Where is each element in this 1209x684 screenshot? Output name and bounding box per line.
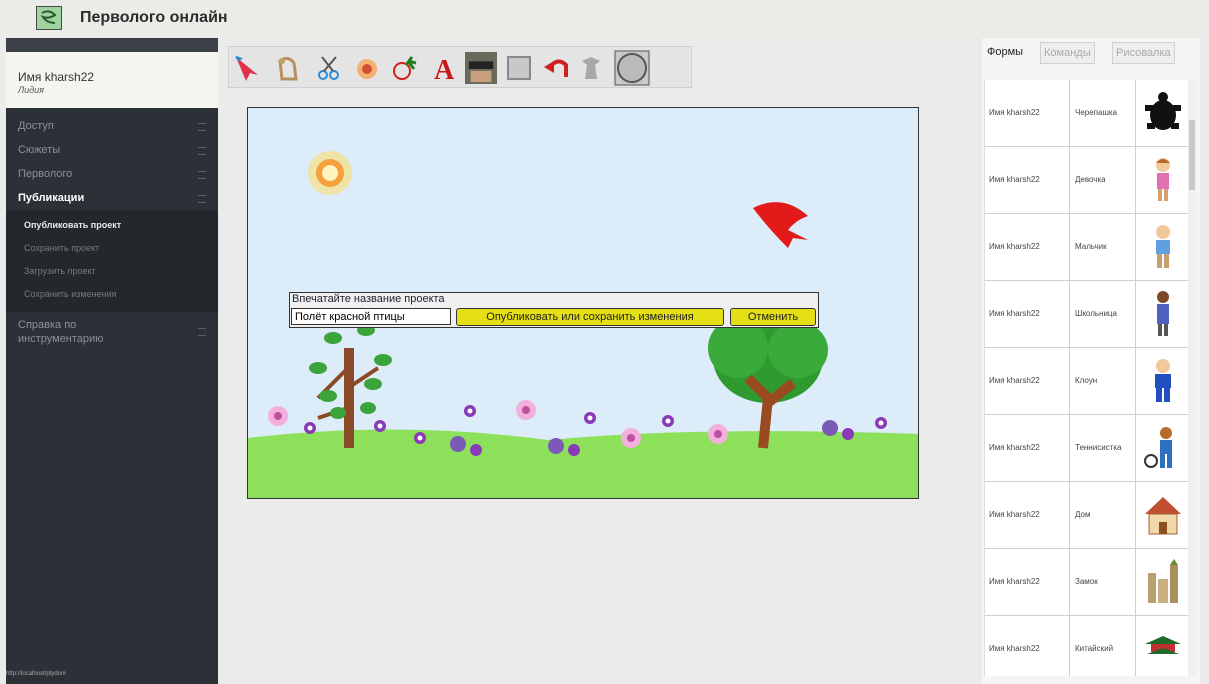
shape-owner: Имя kharsh22 bbox=[989, 281, 1070, 347]
select-arrow-icon[interactable] bbox=[231, 51, 263, 85]
shape-owner: Имя kharsh22 bbox=[989, 482, 1070, 548]
shape-name: Теннисистка bbox=[1075, 415, 1136, 481]
sidebar-top-strip bbox=[6, 38, 218, 52]
expand-icon bbox=[198, 123, 206, 131]
sidebar-item-pervologo[interactable]: Перволого bbox=[6, 162, 218, 186]
rectangle-icon[interactable] bbox=[503, 51, 535, 85]
submenu-publish-project[interactable]: Опубликовать проект bbox=[6, 214, 218, 237]
user-name: Имя kharsh22 bbox=[18, 70, 95, 84]
submenu-load-project[interactable]: Загрузить проект bbox=[6, 260, 218, 283]
tab-paint[interactable]: Рисовалка bbox=[1112, 42, 1175, 64]
help-label-line1: Справка по bbox=[18, 319, 77, 331]
sidebar-item-access[interactable]: Доступ bbox=[6, 114, 218, 138]
pagoda-icon[interactable] bbox=[1141, 622, 1185, 676]
shape-owner: Имя kharsh22 bbox=[989, 147, 1070, 213]
stamp-icon[interactable] bbox=[575, 51, 607, 85]
list-item[interactable]: Имя kharsh22 Клоун bbox=[985, 348, 1189, 415]
user-role: Лидия bbox=[18, 85, 44, 95]
sidebar-item-label: Сюжеты bbox=[18, 144, 61, 156]
shape-owner: Имя kharsh22 bbox=[989, 549, 1070, 615]
sidebar-item-label: Перволого bbox=[18, 168, 73, 180]
paint-icon[interactable] bbox=[351, 51, 383, 85]
app-logo-icon[interactable] bbox=[36, 6, 62, 30]
list-item[interactable]: Имя kharsh22 Девочка bbox=[985, 147, 1189, 214]
shape-name: Клоун bbox=[1075, 348, 1136, 414]
sidebar-item-label: Публикации bbox=[18, 192, 85, 204]
tennis-player-icon[interactable] bbox=[1141, 421, 1185, 475]
shape-name: Замок bbox=[1075, 549, 1136, 615]
girl-icon[interactable] bbox=[1141, 153, 1185, 207]
app-header: Перволого онлайн bbox=[0, 0, 1209, 38]
shape-owner: Имя kharsh22 bbox=[989, 415, 1070, 481]
shape-list-scrollbar[interactable] bbox=[1188, 80, 1196, 676]
scissors-icon[interactable] bbox=[313, 51, 345, 85]
castle-icon[interactable] bbox=[1141, 555, 1185, 609]
text-icon[interactable]: A bbox=[429, 51, 461, 85]
sidebar-item-help[interactable]: Справка по инструментарию bbox=[6, 312, 218, 358]
clown-icon[interactable] bbox=[1141, 354, 1185, 408]
publish-button[interactable]: Опубликовать или сохранить изменения bbox=[456, 308, 724, 326]
project-name-input[interactable] bbox=[291, 308, 451, 325]
dialog-prompt: Впечатайте название проекта bbox=[292, 293, 445, 305]
cancel-button[interactable]: Отменить bbox=[730, 308, 816, 326]
user-box[interactable]: Имя kharsh22 Лидия bbox=[6, 52, 218, 108]
sidebar-item-label: Доступ bbox=[18, 120, 54, 132]
list-item[interactable]: Имя kharsh22 Школьница bbox=[985, 281, 1189, 348]
turtle-icon[interactable] bbox=[1141, 86, 1185, 140]
collapse-icon bbox=[198, 195, 206, 203]
shape-owner: Имя kharsh22 bbox=[989, 616, 1070, 676]
shape-name: Мальчик bbox=[1075, 214, 1136, 280]
sidebar-item-publications[interactable]: Публикации bbox=[6, 186, 218, 210]
shape-name: Школьница bbox=[1075, 281, 1136, 347]
submenu-save-changes[interactable]: Сохранить изменения bbox=[6, 283, 218, 306]
list-item[interactable]: Имя kharsh22 Черепашка bbox=[985, 80, 1189, 147]
sidebar-item-plots[interactable]: Сюжеты bbox=[6, 138, 218, 162]
tab-shapes[interactable]: Формы bbox=[984, 42, 1026, 62]
boy-icon[interactable] bbox=[1141, 220, 1185, 274]
shape-name: Дом bbox=[1075, 482, 1136, 548]
camera-icon[interactable] bbox=[465, 51, 497, 85]
shape-owner: Имя kharsh22 bbox=[989, 80, 1070, 146]
shape-owner: Имя kharsh22 bbox=[989, 348, 1070, 414]
panel-tabs: Формы Команды Рисовалка bbox=[982, 38, 1200, 72]
list-item[interactable]: Имя kharsh22 Замок bbox=[985, 549, 1189, 616]
shape-list: Имя kharsh22 Черепашка Имя kharsh22 Дево… bbox=[984, 80, 1189, 676]
expand-icon bbox=[198, 328, 206, 336]
shapes-panel: Формы Команды Рисовалка Имя kharsh22 Чер… bbox=[982, 38, 1200, 684]
schoolgirl-icon[interactable] bbox=[1141, 287, 1185, 341]
list-item[interactable]: Имя kharsh22 Мальчик bbox=[985, 214, 1189, 281]
undo-icon[interactable] bbox=[541, 51, 573, 85]
list-item[interactable]: Имя kharsh22 Теннисистка bbox=[985, 415, 1189, 482]
circle-icon[interactable] bbox=[613, 50, 651, 86]
list-item[interactable]: Имя kharsh22 Китайский bbox=[985, 616, 1189, 676]
list-item[interactable]: Имя kharsh22 Дом bbox=[985, 482, 1189, 549]
shape-name: Черепашка bbox=[1075, 80, 1136, 146]
expand-icon bbox=[198, 171, 206, 179]
shape-name: Девочка bbox=[1075, 147, 1136, 213]
tab-commands[interactable]: Команды bbox=[1040, 42, 1095, 64]
svg-text:A: A bbox=[434, 55, 455, 83]
tool-palette: A bbox=[228, 46, 692, 88]
fruit-icon[interactable] bbox=[389, 51, 421, 85]
status-url: http://localhost/ptydo/# bbox=[6, 671, 67, 677]
submenu-save-project[interactable]: Сохранить проект bbox=[6, 237, 218, 260]
expand-icon bbox=[198, 147, 206, 155]
sidebar-menu: Доступ Сюжеты Перволого Публикации Опубл… bbox=[6, 114, 218, 358]
shape-owner: Имя kharsh22 bbox=[989, 214, 1070, 280]
house-icon[interactable] bbox=[1141, 488, 1185, 542]
publish-dialog: Впечатайте название проекта Опубликовать… bbox=[289, 292, 819, 328]
scrollbar-thumb[interactable] bbox=[1189, 120, 1195, 190]
app-title: Перволого онлайн bbox=[80, 9, 228, 26]
help-label-line2: инструментарию bbox=[18, 333, 104, 345]
shape-name: Китайский bbox=[1075, 616, 1136, 676]
turtle-hand-icon[interactable] bbox=[273, 51, 305, 85]
sidebar: Имя kharsh22 Лидия Доступ Сюжеты Перволо… bbox=[6, 38, 218, 684]
publications-submenu: Опубликовать проект Сохранить проект Заг… bbox=[6, 210, 218, 312]
